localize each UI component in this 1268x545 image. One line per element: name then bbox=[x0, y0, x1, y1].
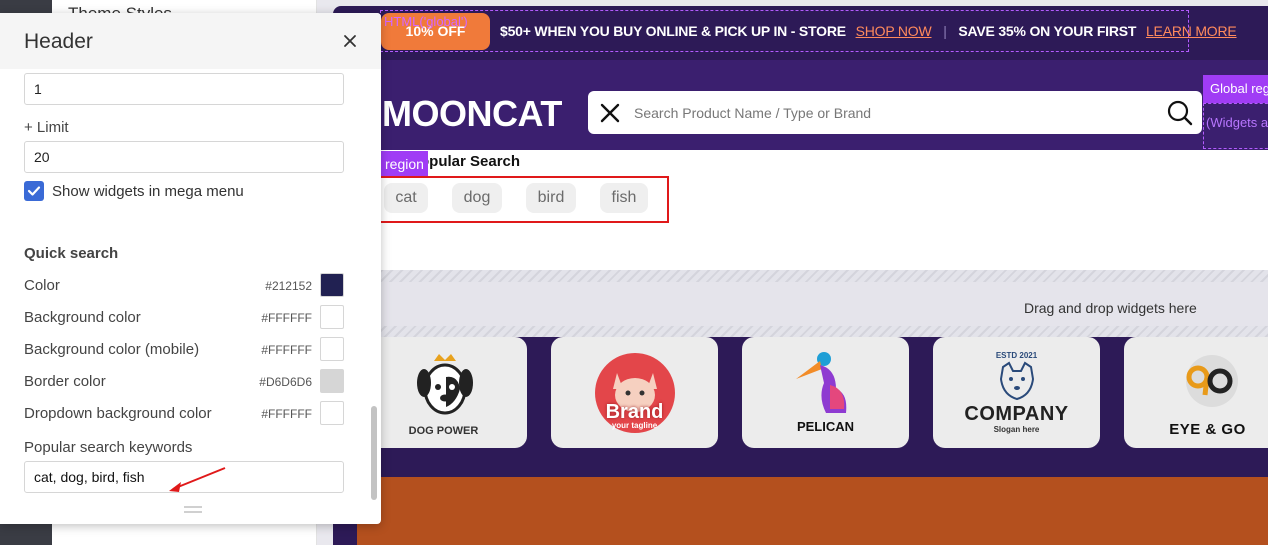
background-color-mobile-hex: #FFFFFF bbox=[261, 343, 312, 357]
brand-card-pelican[interactable]: PELICAN bbox=[742, 337, 909, 448]
global-region-tag[interactable]: Global region bbox=[1203, 75, 1268, 103]
brand-name-company: COMPANY bbox=[964, 403, 1069, 425]
brand-slogan: Slogan here bbox=[993, 425, 1040, 434]
color-hex: #212152 bbox=[265, 279, 312, 293]
background-color-swatch[interactable] bbox=[320, 305, 344, 329]
brand-name-eye-go: EYE & GO bbox=[1169, 421, 1246, 438]
background-color-mobile-swatch[interactable] bbox=[320, 337, 344, 361]
dog-logo-icon bbox=[417, 354, 473, 415]
shop-now-link[interactable]: SHOP NOW bbox=[856, 23, 932, 39]
brand-card-brand[interactable]: Brand your tagline bbox=[551, 337, 718, 448]
brand-tagline: your tagline bbox=[611, 421, 658, 430]
top-value-input[interactable] bbox=[24, 73, 344, 105]
panel-resize-handle[interactable] bbox=[184, 506, 202, 513]
keyword-chip-dog[interactable]: dog bbox=[452, 183, 502, 213]
background-color-mobile-label: Background color (mobile) bbox=[24, 341, 200, 358]
show-widgets-checkbox[interactable] bbox=[24, 181, 44, 201]
header-settings-panel: Header + Limit Show widgets in mega menu… bbox=[0, 13, 381, 524]
dropdown-background-color-label: Dropdown background color bbox=[24, 405, 212, 422]
promo-html-tag: HTML('global') bbox=[384, 14, 468, 29]
panel-scrollbar-thumb[interactable] bbox=[371, 406, 377, 500]
border-color-hex: #D6D6D6 bbox=[259, 375, 312, 389]
brand-est-text: ESTD 2021 bbox=[995, 351, 1038, 360]
brand-card-company[interactable]: ESTD 2021 COMPANY Slogan here bbox=[933, 337, 1100, 448]
dropzone-text: Drag and drop widgets here bbox=[1024, 300, 1197, 316]
brand-name-dog-power: DOG POWER bbox=[408, 425, 479, 437]
promo-main-text: $50+ WHEN YOU BUY ONLINE & PICK UP IN - … bbox=[500, 23, 846, 39]
store-search-input[interactable] bbox=[634, 101, 1134, 125]
close-icon[interactable] bbox=[598, 101, 622, 125]
search-icon[interactable] bbox=[1166, 99, 1194, 127]
eye-go-logo-icon bbox=[1186, 355, 1238, 407]
promo-second-text: SAVE 35% ON YOUR FIRST bbox=[958, 23, 1137, 39]
show-widgets-label[interactable]: Show widgets in mega menu bbox=[52, 183, 244, 200]
checkmark-icon bbox=[27, 186, 41, 196]
popular-keywords-label: Popular search keywords bbox=[24, 439, 193, 456]
border-color-swatch[interactable] bbox=[320, 369, 344, 393]
dropdown-background-color-swatch[interactable] bbox=[320, 401, 344, 425]
content-banner bbox=[357, 477, 1268, 545]
color-label: Color bbox=[24, 277, 60, 294]
annotation-arrow-icon bbox=[169, 467, 226, 492]
dropdown-background-color-hex: #FFFFFF bbox=[261, 407, 312, 421]
brand-card-eye-go[interactable]: EYE & GO bbox=[1124, 337, 1268, 448]
keyword-chip-fish[interactable]: fish bbox=[600, 183, 648, 213]
color-swatch[interactable] bbox=[320, 273, 344, 297]
pelican-logo-icon bbox=[796, 352, 847, 413]
background-color-hex: #FFFFFF bbox=[261, 311, 312, 325]
promo-separator: | bbox=[943, 23, 947, 39]
region-tag[interactable]: region bbox=[381, 151, 428, 177]
global-region-hint[interactable]: (Widgets added here bbox=[1203, 103, 1268, 149]
close-icon[interactable] bbox=[342, 33, 358, 49]
promo-text: $50+ WHEN YOU BUY ONLINE & PICK UP IN - … bbox=[500, 23, 1237, 39]
brand-card-dog-power[interactable]: DOG POWER bbox=[360, 337, 527, 448]
keyword-chip-bird[interactable]: bird bbox=[526, 183, 576, 213]
dog-outline-logo-icon bbox=[999, 361, 1035, 401]
store-search-bar[interactable] bbox=[588, 91, 1202, 134]
quick-search-title: Quick search bbox=[24, 245, 119, 262]
brand-name-pelican: PELICAN bbox=[796, 419, 855, 434]
limit-label[interactable]: + Limit bbox=[24, 119, 69, 136]
limit-input[interactable] bbox=[24, 141, 344, 173]
background-color-label: Background color bbox=[24, 309, 141, 326]
keyword-chip-cat[interactable]: cat bbox=[384, 183, 428, 213]
panel-title: Header bbox=[24, 30, 93, 53]
learn-more-link[interactable]: LEARN MORE bbox=[1146, 23, 1237, 39]
border-color-label: Border color bbox=[24, 373, 106, 390]
store-logo[interactable]: MOONCAT bbox=[382, 93, 562, 135]
